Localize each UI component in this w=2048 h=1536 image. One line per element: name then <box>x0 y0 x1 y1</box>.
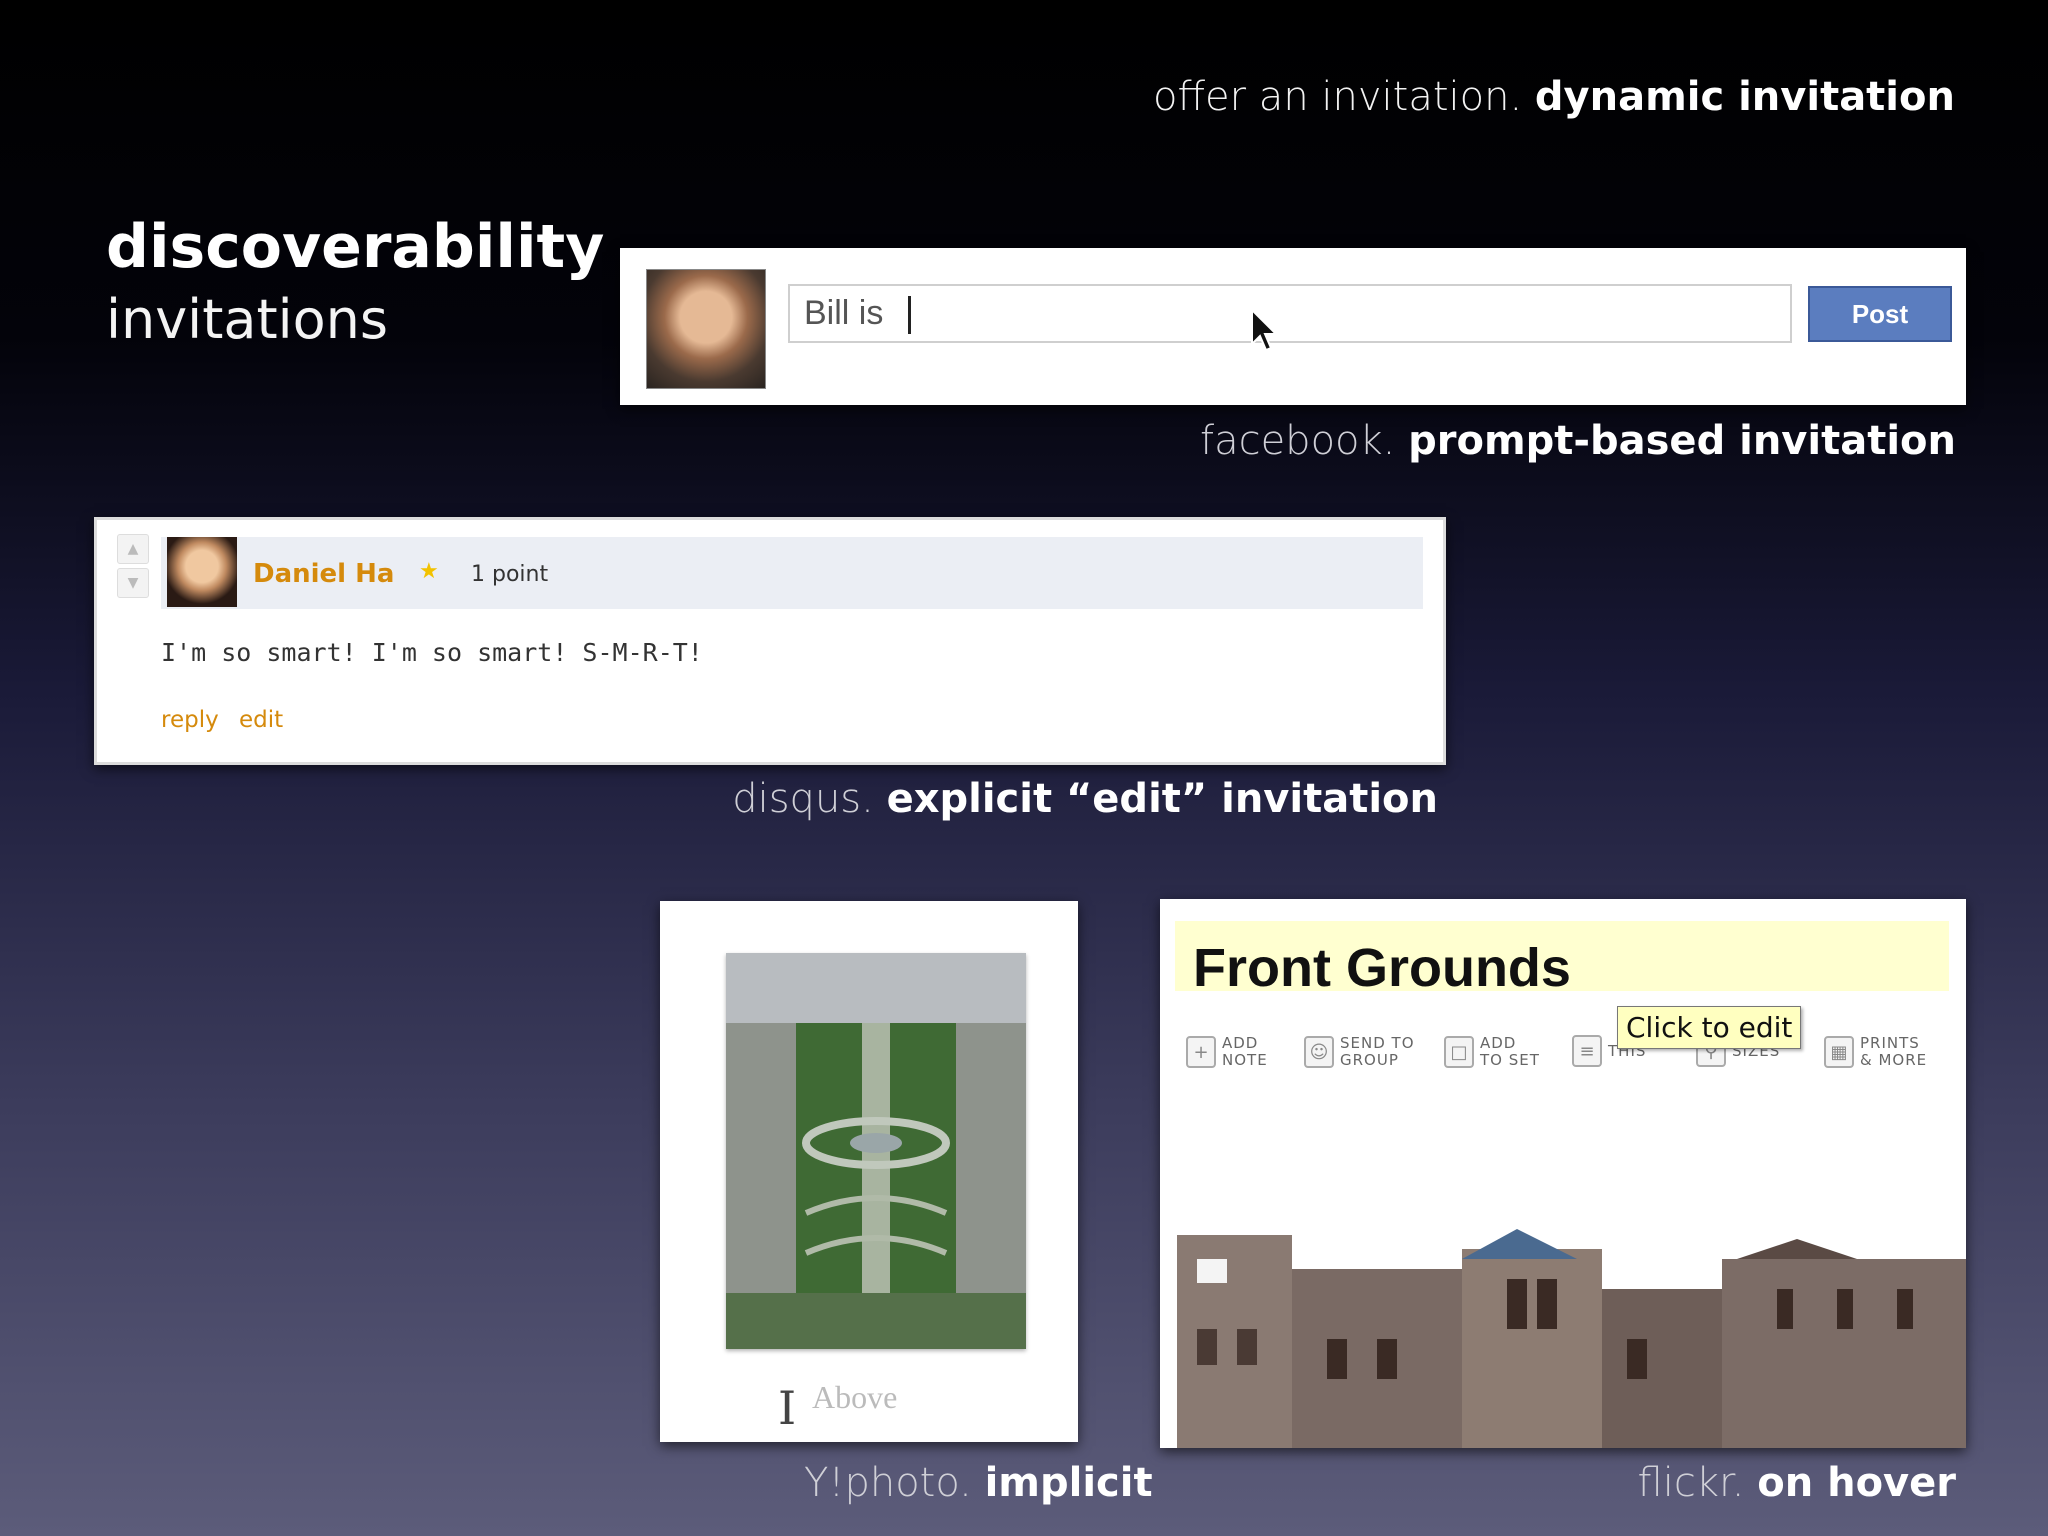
text-caret <box>908 296 911 334</box>
caption-light: disqus. <box>732 776 874 822</box>
header-light-text: offer an invitation. <box>1153 74 1523 120</box>
status-input-value: Bill is <box>804 294 884 332</box>
star-icon: ★ <box>419 559 439 584</box>
photo-title[interactable]: Front Grounds <box>1193 937 1571 999</box>
slide-subtitle: invitations <box>106 288 389 351</box>
tool-label-line1: SEND TO <box>1340 1034 1415 1052</box>
tool-label-line2: GROUP <box>1340 1051 1399 1069</box>
flickr-caption: flickr. on hover <box>1638 1460 1956 1506</box>
vote-up-icon[interactable]: ▲ <box>117 534 149 564</box>
add-to-set-button[interactable]: □ ADD TO SET <box>1444 1035 1540 1069</box>
title-hover-highlight[interactable]: Front Grounds <box>1175 921 1949 998</box>
prints-icon: ▦ <box>1824 1036 1854 1068</box>
add-note-button[interactable]: + ADD NOTE <box>1186 1035 1268 1069</box>
caption-bold: prompt-based invitation <box>1408 418 1956 464</box>
text-cursor-icon: I <box>778 1381 797 1435</box>
comment-author[interactable]: Daniel Ha <box>253 559 394 589</box>
group-icon: ☺ <box>1304 1036 1334 1068</box>
yphoto-caption: Y!photo. implicit <box>804 1460 1153 1506</box>
tool-label-line1: ADD <box>1222 1034 1259 1052</box>
yphoto-panel: I Above <box>660 901 1078 1442</box>
slide-title: discoverability <box>106 212 605 282</box>
reply-link[interactable]: reply <box>161 707 219 733</box>
tool-label-line2: & MORE <box>1860 1051 1928 1069</box>
add-note-icon: + <box>1186 1036 1216 1068</box>
disqus-comment-panel: ▲ ▼ Daniel Ha ★ 1 point I'm so smart! I'… <box>94 517 1446 765</box>
flickr-panel: Front Grounds + ADD NOTE ☺ SEND TO GROUP □… <box>1160 899 1966 1448</box>
aerial-photo[interactable] <box>726 953 1026 1349</box>
caption-bold: explicit “edit” invitation <box>886 776 1438 822</box>
post-button[interactable]: Post <box>1808 286 1952 342</box>
disqus-caption: disqus. explicit “edit” invitation <box>732 776 1438 822</box>
comment-points: 1 point <box>471 562 549 587</box>
comment-text: I'm so smart! I'm so smart! S-M-R-T! <box>161 638 703 667</box>
caption-light: flickr. <box>1637 1460 1745 1506</box>
send-to-group-button[interactable]: ☺ SEND TO GROUP <box>1304 1035 1415 1069</box>
tool-label-line1: PRINTS <box>1860 1034 1920 1052</box>
edit-tooltip: Click to edit <box>1617 1006 1802 1049</box>
status-input[interactable]: Bill is <box>788 284 1792 352</box>
castle-photo[interactable] <box>1177 1229 1966 1448</box>
vote-down-icon[interactable]: ▼ <box>117 568 149 598</box>
caption-bold: on hover <box>1757 1460 1956 1506</box>
facebook-caption: facebook. prompt-based invitation <box>1200 418 1956 464</box>
photo-caption-field[interactable]: Above <box>812 1379 897 1416</box>
edit-link[interactable]: edit <box>239 707 283 733</box>
tool-label-line2: TO SET <box>1480 1051 1540 1069</box>
slide-header: offer an invitation. dynamic invitation <box>1153 74 1955 120</box>
avatar <box>646 269 766 389</box>
mouse-pointer-icon <box>1251 308 1279 352</box>
prints-more-button[interactable]: ▦ PRINTS & MORE <box>1824 1035 1927 1069</box>
blog-icon: ≡ <box>1572 1035 1602 1067</box>
avatar <box>167 537 237 607</box>
caption-light: facebook. <box>1199 418 1396 464</box>
caption-light: Y!photo. <box>804 1460 972 1506</box>
tool-label-line2: NOTE <box>1222 1051 1268 1069</box>
caption-bold: implicit <box>984 1460 1153 1506</box>
header-bold-text: dynamic invitation <box>1534 74 1955 120</box>
tool-label-line1: ADD <box>1480 1034 1517 1052</box>
facebook-status-panel: Bill is Post <box>620 248 1966 405</box>
set-icon: □ <box>1444 1036 1474 1068</box>
comment-header: Daniel Ha ★ 1 point <box>161 537 1423 609</box>
